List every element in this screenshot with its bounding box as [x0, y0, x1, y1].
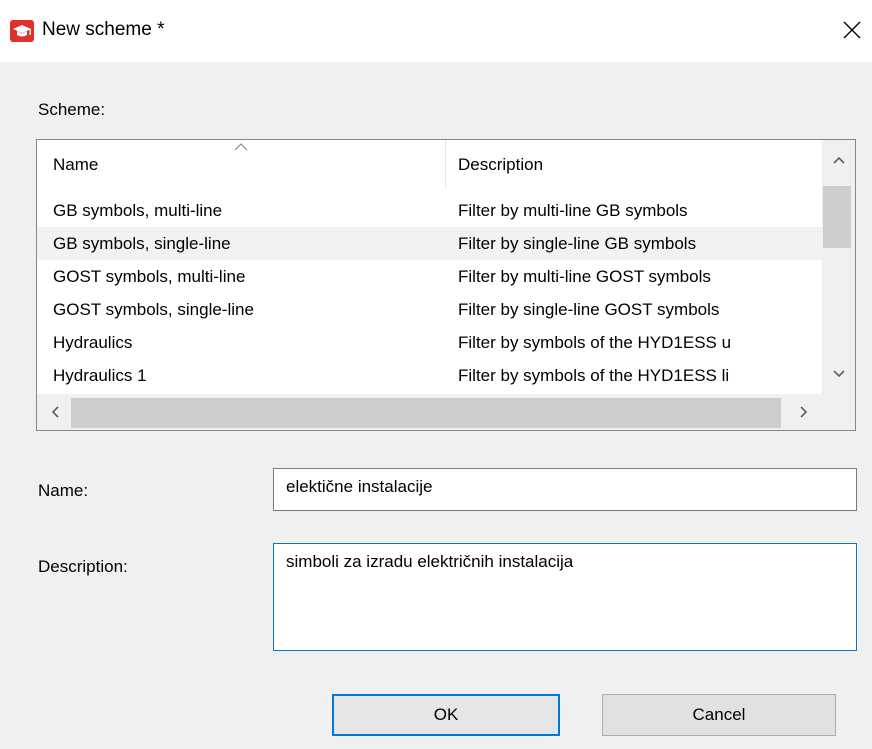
title-bar: New scheme *: [0, 0, 872, 62]
list-item-name: GOST symbols, multi-line: [53, 267, 246, 286]
list-item-description: Filter by symbols of the HYD1ESS li: [458, 366, 730, 385]
name-label: Name:: [38, 481, 89, 500]
list-rows: GB symbols, multi-line Filter by multi-l…: [37, 194, 822, 392]
scroll-left-icon[interactable]: [47, 404, 63, 420]
list-item-description: Filter by single-line GOST symbols: [458, 300, 720, 319]
vertical-scroll-thumb[interactable]: [823, 186, 851, 248]
list-item[interactable]: GB symbols, multi-line Filter by multi-l…: [37, 194, 822, 227]
list-item-name: GB symbols, multi-line: [53, 201, 223, 220]
list-item-description: Filter by multi-line GB symbols: [458, 201, 688, 220]
list-item-name: Hydraulics 1: [53, 366, 147, 385]
column-header-description-label: Description: [458, 155, 544, 174]
list-item[interactable]: Hydraulics 1 Filter by symbols of the HY…: [37, 359, 822, 392]
column-header-name[interactable]: Name: [53, 140, 445, 188]
column-divider[interactable]: [445, 140, 446, 188]
description-field-value: simboli za izradu električnih instalacij…: [286, 552, 574, 571]
list-item[interactable]: Hydraulics Filter by symbols of the HYD1…: [37, 326, 822, 359]
list-item[interactable]: GOST symbols, single-line Filter by sing…: [37, 293, 822, 326]
scrollbar-corner: [822, 394, 855, 430]
cancel-button[interactable]: Cancel: [602, 694, 836, 736]
name-field[interactable]: elektične instalacije: [273, 468, 857, 511]
cancel-button-label: Cancel: [692, 705, 746, 724]
scroll-right-icon[interactable]: [796, 404, 812, 420]
list-item-name: Hydraulics: [53, 333, 133, 352]
scheme-label: Scheme:: [38, 100, 106, 119]
scroll-down-icon[interactable]: [831, 366, 847, 382]
close-icon: [843, 21, 861, 39]
list-item-selected[interactable]: GB symbols, single-line Filter by single…: [37, 227, 822, 260]
list-item-name: GB symbols, single-line: [53, 234, 231, 253]
description-label: Description:: [38, 557, 128, 576]
list-header: Name Description: [37, 140, 822, 188]
column-header-description[interactable]: Description: [458, 140, 822, 188]
horizontal-scroll-thumb[interactable]: [71, 398, 781, 428]
list-item-description: Filter by symbols of the HYD1ESS u: [458, 333, 732, 352]
graduation-cap-icon: [10, 20, 34, 42]
window-title: New scheme *: [42, 19, 165, 40]
list-item-description: Filter by single-line GB symbols: [458, 234, 697, 253]
ok-button-label: OK: [433, 705, 459, 724]
list-item-name: GOST symbols, single-line: [53, 300, 254, 319]
column-header-name-label: Name: [53, 155, 99, 174]
ok-button[interactable]: OK: [332, 694, 560, 736]
list-item[interactable]: GOST symbols, multi-line Filter by multi…: [37, 260, 822, 293]
scheme-list[interactable]: Name Description GB symbols, multi-line …: [36, 139, 856, 431]
list-item-description: Filter by multi-line GOST symbols: [458, 267, 711, 286]
description-field[interactable]: simboli za izradu električnih instalacij…: [273, 543, 857, 651]
vertical-scrollbar[interactable]: [822, 140, 855, 394]
scroll-up-icon[interactable]: [831, 152, 847, 168]
name-field-value: elektične instalacije: [286, 477, 433, 496]
close-button[interactable]: [836, 14, 868, 46]
